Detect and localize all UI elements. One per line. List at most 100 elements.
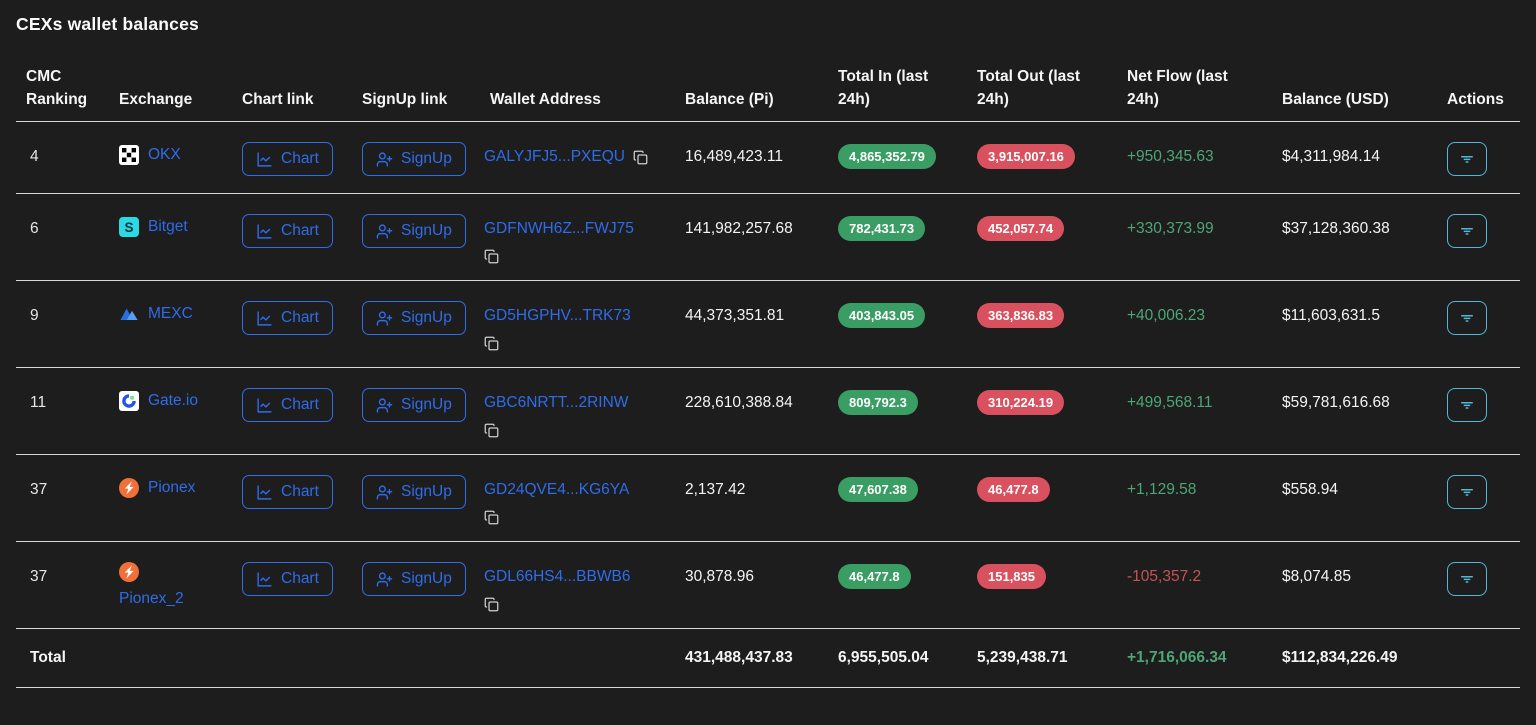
bitget-logo: S [119, 217, 139, 237]
cmc-ranking-value: 37 [16, 475, 111, 505]
actions-filter-button[interactable] [1447, 475, 1487, 509]
total-in-badge: 46,477.8 [838, 564, 911, 589]
column-header-chart-link: Chart link [234, 88, 354, 111]
exchange-link[interactable]: OKX [119, 142, 205, 168]
chart-line-icon [256, 571, 273, 588]
mexc-logo [119, 304, 139, 324]
column-header-net-flow: Net Flow (last 24h) [1119, 65, 1274, 111]
signup-button-label: SignUp [401, 150, 452, 168]
wallet-address-link[interactable]: GDFNWH6Z...FWJ75 [484, 214, 634, 244]
balance-pi-value: 228,610,388.84 [677, 388, 830, 418]
filter-icon [1458, 222, 1476, 240]
total-in-badge: 403,843.05 [838, 303, 925, 328]
user-plus-icon [376, 151, 393, 168]
column-header-exchange: Exchange [111, 88, 234, 111]
total-in-badge: 809,792.3 [838, 390, 918, 415]
chart-button-label: Chart [281, 570, 319, 588]
balance-usd-value: $59,781,616.68 [1274, 388, 1439, 418]
exchange-link[interactable]: S Bitget [119, 214, 205, 240]
exchange-link[interactable]: Pionex [119, 475, 205, 501]
chart-button-label: Chart [281, 309, 319, 327]
total-out-badge: 363,836.83 [977, 303, 1064, 328]
actions-filter-button[interactable] [1447, 142, 1487, 176]
cmc-ranking-value: 6 [16, 214, 111, 244]
total-row: Total 431,488,437.83 6,955,505.04 5,239,… [16, 629, 1520, 688]
signup-link-button[interactable]: SignUp [362, 562, 466, 596]
signup-button-label: SignUp [401, 570, 452, 588]
chart-line-icon [256, 223, 273, 240]
total-label: Total [16, 643, 111, 673]
table-row: 6 S Bitget Chart SignUp GDFNWH6Z...FWJ75 [16, 194, 1520, 281]
chart-link-button[interactable]: Chart [242, 142, 333, 176]
balance-pi-value: 44,373,351.81 [677, 301, 830, 331]
table-header-row: CMC Ranking Exchange Chart link SignUp l… [16, 65, 1520, 122]
balance-pi-value: 2,137.42 [677, 475, 830, 505]
chart-link-button[interactable]: Chart [242, 562, 333, 596]
table-row: 37 Pionex_2 Chart SignUp GDL66HS4...BBWB… [16, 542, 1520, 629]
cex-wallet-balances-panel: CEXs wallet balances CMC Ranking Exchang… [0, 14, 1536, 688]
wallet-address-link[interactable]: GALYJFJ5...PXEQU [484, 142, 625, 172]
user-plus-icon [376, 484, 393, 501]
copy-icon[interactable] [484, 594, 664, 614]
total-out-badge: 3,915,007.16 [977, 144, 1075, 169]
signup-link-button[interactable]: SignUp [362, 142, 466, 176]
wallet-address-link[interactable]: GD24QVE4...KG6YA [484, 475, 629, 505]
copy-icon[interactable] [484, 507, 664, 527]
pionex-logo [119, 478, 139, 498]
signup-link-button[interactable]: SignUp [362, 301, 466, 335]
filter-icon [1458, 309, 1476, 327]
balance-usd-value: $4,311,984.14 [1274, 142, 1439, 172]
chart-button-label: Chart [281, 483, 319, 501]
total-in-badge: 782,431.73 [838, 216, 925, 241]
okx-logo [119, 145, 139, 165]
chart-line-icon [256, 151, 273, 168]
exchange-name: OKX [148, 142, 181, 168]
net-flow-value: +40,006.23 [1119, 301, 1274, 331]
actions-filter-button[interactable] [1447, 562, 1487, 596]
page-title: CEXs wallet balances [16, 14, 1520, 35]
wallet-address-link[interactable]: GBC6NRTT...2RINW [484, 388, 628, 418]
wallet-address-link[interactable]: GDL66HS4...BBWB6 [484, 562, 630, 592]
copy-icon[interactable] [484, 246, 664, 266]
net-flow-value: +1,129.58 [1119, 475, 1274, 505]
net-flow-value: +499,568.11 [1119, 388, 1274, 418]
exchange-link[interactable]: Gate.io [119, 388, 205, 414]
exchange-name: Pionex [148, 475, 195, 501]
copy-icon[interactable] [484, 333, 664, 353]
total-out-badge: 151,835 [977, 564, 1046, 589]
chart-line-icon [256, 397, 273, 414]
signup-link-button[interactable]: SignUp [362, 475, 466, 509]
user-plus-icon [376, 397, 393, 414]
gateio-logo [119, 391, 139, 411]
balance-pi-value: 30,878.96 [677, 562, 830, 592]
chart-button-label: Chart [281, 222, 319, 240]
exchange-name: Gate.io [148, 388, 198, 414]
chart-link-button[interactable]: Chart [242, 475, 333, 509]
actions-filter-button[interactable] [1447, 388, 1487, 422]
total-balance-usd-value: $112,834,226.49 [1274, 643, 1439, 673]
user-plus-icon [376, 571, 393, 588]
exchange-name: Pionex_2 [119, 586, 184, 612]
user-plus-icon [376, 223, 393, 240]
actions-filter-button[interactable] [1447, 214, 1487, 248]
chart-button-label: Chart [281, 396, 319, 414]
actions-filter-button[interactable] [1447, 301, 1487, 335]
wallet-address-link[interactable]: GD5HGPHV...TRK73 [484, 301, 631, 331]
balance-usd-value: $8,074.85 [1274, 562, 1439, 592]
user-plus-icon [376, 310, 393, 327]
copy-icon[interactable] [484, 420, 664, 440]
chart-link-button[interactable]: Chart [242, 301, 333, 335]
signup-link-button[interactable]: SignUp [362, 388, 466, 422]
chart-link-button[interactable]: Chart [242, 388, 333, 422]
copy-icon[interactable] [633, 147, 648, 167]
signup-link-button[interactable]: SignUp [362, 214, 466, 248]
chart-link-button[interactable]: Chart [242, 214, 333, 248]
exchange-link[interactable]: Pionex_2 [119, 562, 205, 612]
exchange-link[interactable]: MEXC [119, 301, 205, 327]
total-out-badge: 46,477.8 [977, 477, 1050, 502]
signup-button-label: SignUp [401, 309, 452, 327]
net-flow-value: +330,373.99 [1119, 214, 1274, 244]
table-row: 4 OKX Chart SignUp GALYJFJ5...PXEQU [16, 122, 1520, 194]
total-net-flow-value: +1,716,066.34 [1119, 643, 1274, 673]
balance-usd-value: $37,128,360.38 [1274, 214, 1439, 244]
